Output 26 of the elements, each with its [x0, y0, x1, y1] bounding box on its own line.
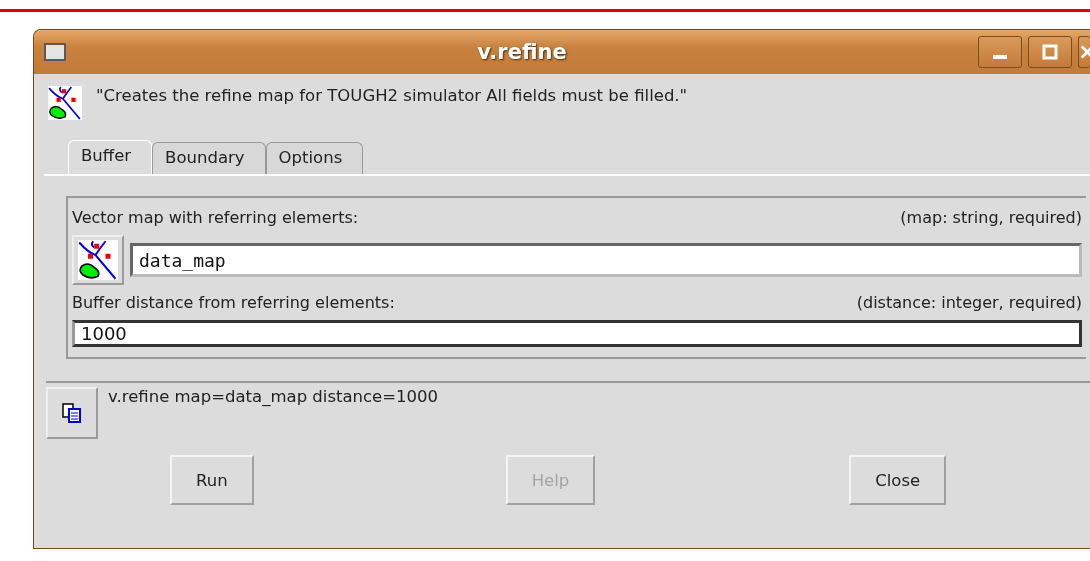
- minimize-button[interactable]: [978, 36, 1022, 68]
- dialog-button[interactable]: Close: [849, 455, 947, 505]
- description-text: "Creates the refine map for TOUGH2 simulator All fields must be filled.": [96, 86, 688, 107]
- window-menu-icon[interactable]: [44, 43, 66, 61]
- tab[interactable]: Options: [265, 142, 364, 174]
- type-hint: (distance: integer, required): [856, 293, 1082, 312]
- map-icon: [78, 240, 118, 280]
- minimize-icon: [993, 55, 1007, 59]
- field-label: Vector map with referring elemerts:: [72, 208, 359, 227]
- tab[interactable]: Boundary: [152, 142, 266, 174]
- close-icon: [1079, 43, 1090, 61]
- maximize-button[interactable]: [1028, 36, 1072, 68]
- map-icon: [48, 86, 82, 120]
- window-title: v.refine: [476, 40, 568, 64]
- maximize-icon: [1041, 43, 1059, 61]
- tab[interactable]: Buffer: [68, 140, 153, 174]
- dialog-button[interactable]: Run: [170, 455, 254, 505]
- map-picker-button[interactable]: [72, 235, 124, 285]
- input-field[interactable]: 1000: [72, 320, 1082, 347]
- copy-button[interactable]: [46, 387, 98, 439]
- input-field[interactable]: data_map: [130, 243, 1082, 277]
- copy-icon: [62, 403, 82, 423]
- field-label: Buffer distance from referring elements:: [72, 293, 395, 312]
- close-button[interactable]: [1078, 36, 1090, 68]
- type-hint: (map: string, required): [900, 208, 1082, 227]
- command-text: v.refine map=data_map distance=1000: [108, 387, 439, 408]
